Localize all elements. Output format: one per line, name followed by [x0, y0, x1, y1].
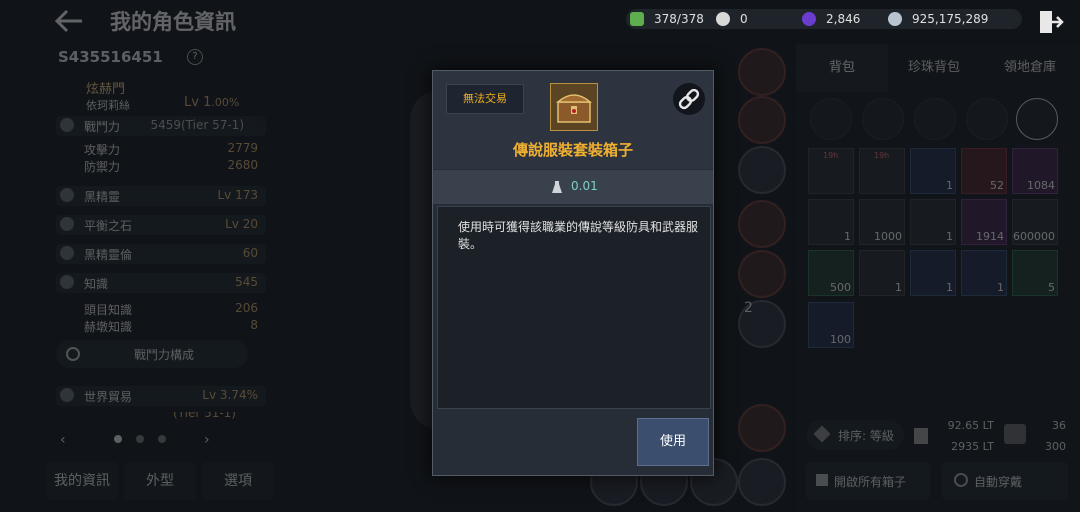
- item-detail-modal: 無法交易 傳說服裝套裝箱子 0.01 使用時可獲得該職業的傳說等級防具和武器服裝…: [432, 70, 714, 476]
- book-icon: [60, 275, 74, 289]
- auto-equip-button[interactable]: 自動穿戴: [942, 462, 1068, 500]
- silver-display: 925,175,289: [884, 9, 1022, 29]
- equip-slot[interactable]: [738, 250, 786, 298]
- black-gem-icon: [802, 12, 816, 26]
- equip-slot[interactable]: [738, 404, 786, 452]
- black-spirit-row: 黑精靈 Lv 173: [56, 186, 266, 206]
- energy-value: 378/378: [654, 12, 704, 26]
- back-arrow-icon[interactable]: [52, 6, 86, 36]
- exit-icon[interactable]: [1038, 9, 1064, 35]
- page-dot: [114, 435, 122, 443]
- equip-slot[interactable]: [738, 200, 786, 248]
- inventory-slot[interactable]: 100: [808, 302, 854, 348]
- modal-header: 無法交易 傳說服裝套裝箱子: [433, 71, 713, 169]
- inventory-slot[interactable]: 1: [910, 148, 956, 194]
- globe-icon: [60, 388, 74, 402]
- inventory-slot[interactable]: 1914: [961, 199, 1007, 245]
- world-trade-row: 世界貿易 Lv 3.74%: [56, 386, 266, 406]
- open-all-boxes-button[interactable]: 開啟所有箱子: [806, 462, 930, 500]
- server-name: 依珂莉絲: [86, 99, 130, 112]
- page-dot: [158, 435, 166, 443]
- equip-slot[interactable]: [738, 458, 786, 506]
- search-icon: [66, 347, 80, 361]
- inventory-slot[interactable]: 1: [910, 199, 956, 245]
- inventory-panel: 背包 珍珠背包 領地倉庫 19h 19h 1 52 1084 1 1000 1 …: [796, 44, 1080, 512]
- weapon-category-icon[interactable]: [810, 98, 852, 140]
- silver-icon: [888, 12, 902, 26]
- inventory-slot[interactable]: 1: [961, 250, 1007, 296]
- slot-number: 2: [744, 300, 753, 316]
- item-description-box: 使用時可獲得該職業的傳說等級防具和武器服裝。: [437, 206, 711, 409]
- item-name: 傳說服裝套裝箱子: [512, 141, 633, 159]
- tab-pearl-bag[interactable]: 珍珠背包: [888, 44, 980, 92]
- slots-max: 300: [1045, 440, 1066, 453]
- help-icon[interactable]: ?: [187, 49, 203, 65]
- tab-bag[interactable]: 背包: [796, 44, 888, 92]
- page-prev-icon[interactable]: ‹: [60, 432, 66, 448]
- equip-slot[interactable]: [738, 48, 786, 96]
- inventory-slot[interactable]: 600000: [1012, 199, 1058, 245]
- page-dot: [136, 435, 144, 443]
- page-next-icon[interactable]: ›: [204, 432, 210, 448]
- inventory-slot[interactable]: 1000: [859, 199, 905, 245]
- tab-territory-storage[interactable]: 領地倉庫: [980, 44, 1080, 92]
- item-weight: 0.01: [571, 179, 598, 193]
- weight-current: 92.65 LT: [947, 419, 994, 432]
- pearl-icon: [716, 12, 730, 26]
- link-button[interactable]: [673, 83, 705, 115]
- equip-slot[interactable]: [738, 146, 786, 194]
- inventory-slot[interactable]: 19h: [808, 148, 854, 194]
- spirit-weapon-row: 黑精靈倫 60: [56, 244, 266, 264]
- inventory-slot[interactable]: 5: [1012, 250, 1058, 296]
- refresh-icon: [954, 473, 968, 487]
- character-id: S435516451: [58, 48, 163, 66]
- character-info-panel: S435516451 ? 炫赫門 依珂莉絲 Lv 1.00% 戰鬥力 5459(…: [40, 40, 280, 512]
- silver-value: 925,175,289: [912, 12, 989, 26]
- inventory-slot[interactable]: 1: [859, 250, 905, 296]
- gem-category-icon[interactable]: [966, 98, 1008, 140]
- page-title: 我的角色資訊: [110, 10, 236, 34]
- bag-icon: [1004, 424, 1026, 444]
- tab-appearance[interactable]: 外型: [124, 462, 196, 500]
- inventory-slot[interactable]: 1: [808, 199, 854, 245]
- use-button[interactable]: 使用: [637, 418, 709, 466]
- item-weight-row: 0.01: [433, 170, 713, 204]
- black-spirit-icon: [60, 188, 74, 202]
- untradeable-badge: 無法交易: [446, 84, 524, 114]
- inventory-slot[interactable]: 1: [910, 250, 956, 296]
- weight-icon: [914, 428, 928, 444]
- accessory-category-icon[interactable]: [914, 98, 956, 140]
- tab-options[interactable]: 選項: [202, 462, 274, 500]
- stone-icon: [60, 217, 74, 231]
- slots-used: 36: [1052, 419, 1066, 432]
- inventory-slot[interactable]: 52: [961, 148, 1007, 194]
- knowledge-row: 知識 545: [56, 273, 266, 293]
- box-icon: [816, 474, 828, 486]
- armor-category-icon[interactable]: [862, 98, 904, 140]
- link-icon: [678, 88, 700, 110]
- inventory-slot[interactable]: 19h: [859, 148, 905, 194]
- potion-category-icon[interactable]: [1016, 98, 1058, 140]
- combat-power-row: 戰鬥力 5459(Tier 57-1): [56, 116, 266, 136]
- item-description: 使用時可獲得該職業的傳說等級防具和武器服裝。: [458, 220, 699, 251]
- combat-power-breakdown-button[interactable]: 戰鬥力構成: [56, 340, 248, 368]
- inventory-slot[interactable]: 1084: [1012, 148, 1058, 194]
- inventory-slot[interactable]: 500: [808, 250, 854, 296]
- sword-icon: [60, 118, 74, 132]
- sort-button[interactable]: 排序: 等級: [806, 420, 904, 450]
- weight-max: 2935 LT: [951, 440, 994, 453]
- character-level: Lv 1.00%: [184, 95, 240, 110]
- balance-stone-row: 平衡之石 Lv 20: [56, 215, 266, 235]
- spirit-weapon-icon: [60, 246, 74, 260]
- pearl-value: 0: [740, 12, 748, 26]
- equip-slot[interactable]: [738, 96, 786, 144]
- black-gem-value: 2,846: [826, 12, 861, 26]
- treasure-chest-icon: [550, 83, 598, 131]
- weight-icon: [552, 181, 562, 193]
- family-name: 炫赫門: [86, 82, 126, 97]
- tab-my-info[interactable]: 我的資訊: [46, 462, 118, 500]
- energy-icon: [630, 12, 644, 26]
- sort-icon: [813, 425, 831, 443]
